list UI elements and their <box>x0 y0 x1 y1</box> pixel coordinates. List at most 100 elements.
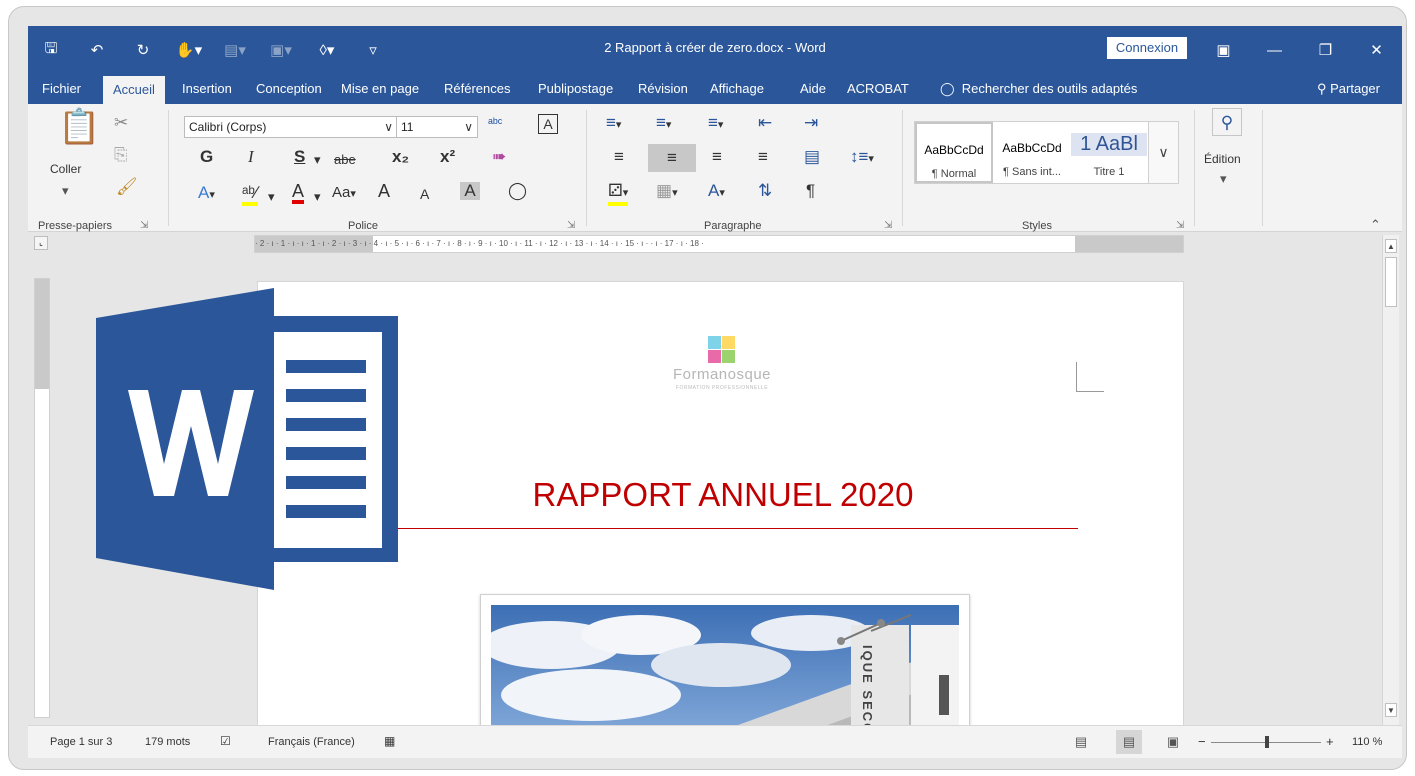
chevron-down-icon[interactable]: ▾ <box>268 188 275 206</box>
zoom-slider-thumb[interactable] <box>1265 736 1269 748</box>
tab-revision[interactable]: Révision <box>638 74 688 104</box>
chevron-down-icon[interactable]: ▾ <box>1220 170 1227 188</box>
styles-launcher-icon[interactable]: ⇲ <box>1176 220 1184 231</box>
format-painter-icon[interactable]: 🖌 <box>116 178 138 196</box>
change-case-button[interactable]: Aa▾ <box>332 184 356 203</box>
sort-icon[interactable]: ⇅ <box>758 182 772 200</box>
paragraph-launcher-icon[interactable]: ⇲ <box>884 220 892 231</box>
underline-button[interactable]: S <box>294 148 305 166</box>
bold-button[interactable]: G <box>200 148 213 166</box>
numbering-icon[interactable]: ≡▾ <box>656 114 671 134</box>
zoom-in-icon[interactable]: + <box>1326 734 1334 749</box>
print-layout-icon[interactable]: ▤ <box>1116 730 1142 754</box>
logo-name: Formanosque <box>672 366 772 383</box>
tab-fichier[interactable]: Fichier <box>42 74 81 104</box>
accessibility-icon[interactable]: ▦ <box>384 734 395 748</box>
web-layout-icon[interactable]: ▣ <box>1160 730 1186 754</box>
spelling-icon[interactable]: ᵃᵇᶜ <box>488 114 502 132</box>
clear-formatting-icon[interactable]: ➠ <box>492 148 506 166</box>
scroll-up-icon[interactable]: ▲ <box>1385 239 1397 253</box>
font-size-box[interactable]: 11 ∨ <box>396 116 478 138</box>
tab-insertion[interactable]: Insertion <box>182 74 232 104</box>
align-center-icon[interactable]: ≡ <box>648 144 696 172</box>
chevron-down-icon[interactable]: ▾ <box>314 151 321 169</box>
text-border-icon[interactable]: A <box>538 114 558 134</box>
multilevel-list-icon[interactable]: ≡▾ <box>708 114 723 134</box>
decrease-indent-icon[interactable]: ⇤ <box>758 114 772 132</box>
zoom-level[interactable]: 110 % <box>1352 736 1382 748</box>
style-normal[interactable]: AaBbCcDd ¶ Normal <box>915 122 993 183</box>
clipboard-launcher-icon[interactable]: ⇲ <box>140 220 148 231</box>
borders-icon[interactable]: ▦▾ <box>656 182 678 202</box>
paste-label[interactable]: Coller <box>50 162 81 176</box>
copy-icon[interactable]: ⎘ <box>114 146 128 164</box>
tab-aide[interactable]: Aide <box>800 74 826 104</box>
text-effects-icon[interactable]: A▾ <box>198 184 215 204</box>
style-sample: 1 AaBl <box>1071 133 1147 156</box>
styles-more-button[interactable]: ∨ <box>1148 121 1179 184</box>
character-shading-icon[interactable]: A <box>460 182 480 200</box>
font-color-icon[interactable]: A <box>292 182 305 204</box>
align-left-icon[interactable]: ≡ <box>614 148 624 166</box>
signin-button[interactable]: Connexion <box>1107 37 1187 59</box>
scroll-down-icon[interactable]: ▼ <box>1385 703 1397 717</box>
superscript-button[interactable]: x² <box>440 148 455 166</box>
search-icon[interactable]: ⚲ <box>1212 108 1242 136</box>
separator <box>168 110 169 226</box>
language-indicator[interactable]: Français (France) <box>268 736 355 748</box>
strikethrough-button[interactable]: abe <box>334 151 356 169</box>
collapse-ribbon-icon[interactable]: ⌃ <box>1370 216 1381 234</box>
grow-font-button[interactable]: A <box>378 182 390 200</box>
chevron-down-icon[interactable]: ∨ <box>464 117 473 137</box>
paste-icon[interactable]: 📋 <box>58 110 100 144</box>
shrink-font-button[interactable]: A <box>420 185 429 203</box>
font-launcher-icon[interactable]: ⇲ <box>567 220 575 231</box>
restore-icon[interactable]: ❐ <box>1300 26 1351 74</box>
ruler-right-margin <box>1075 236 1183 252</box>
read-mode-icon[interactable]: ▤ <box>1068 730 1094 754</box>
scroll-thumb[interactable] <box>1385 257 1397 307</box>
horizontal-ruler[interactable]: · 2 · ı · 1 · ı · ı · 1 · ı · 2 · ı · 3 … <box>254 235 1184 253</box>
tab-affichage[interactable]: Affichage <box>710 74 764 104</box>
editing-label[interactable]: Édition <box>1204 152 1241 166</box>
font-name-box[interactable]: Calibri (Corps) ∨ <box>184 116 398 138</box>
tab-conception[interactable]: Conception <box>256 74 322 104</box>
style-heading-1[interactable]: 1 AaBl Titre 1 <box>1071 122 1147 183</box>
show-marks-icon[interactable]: ¶ <box>806 182 815 200</box>
phonetic-guide-icon[interactable]: ◯ <box>508 182 527 200</box>
word-count[interactable]: 179 mots <box>145 736 190 748</box>
chevron-down-icon[interactable]: ∨ <box>384 117 393 137</box>
tab-selector[interactable]: ⌞ <box>34 236 48 250</box>
ribbon-display-icon[interactable]: ▣ <box>1198 26 1249 74</box>
zoom-out-icon[interactable]: − <box>1198 734 1206 749</box>
paste-dropdown-icon[interactable]: ▾ <box>62 182 69 200</box>
line-spacing-icon[interactable]: ↕≡▾ <box>850 148 874 168</box>
share-button[interactable]: ⚲ Partager <box>1317 74 1380 104</box>
tab-accueil[interactable]: Accueil <box>103 76 165 104</box>
increase-indent-icon[interactable]: ⇥ <box>804 114 818 132</box>
bullets-icon[interactable]: ≡▾ <box>606 114 621 134</box>
vertical-scrollbar[interactable]: ▲ ▼ <box>1382 235 1399 725</box>
close-icon[interactable]: ✕ <box>1351 26 1402 74</box>
chevron-down-icon[interactable]: ▾ <box>314 188 321 206</box>
tab-references[interactable]: Références <box>444 74 510 104</box>
minimize-icon[interactable]: — <box>1249 26 1300 74</box>
vertical-ruler[interactable] <box>34 278 50 718</box>
shading-icon[interactable]: ⚂▾ <box>608 182 629 206</box>
subscript-button[interactable]: x₂ <box>392 148 409 166</box>
align-right-icon[interactable]: ≡ <box>712 148 722 166</box>
tell-me-search[interactable]: ◯ Rechercher des outils adaptés <box>940 74 1137 104</box>
cut-icon[interactable]: ✂ <box>114 114 128 132</box>
report-title[interactable]: RAPPORT ANNUEL 2020 <box>388 476 1058 514</box>
justify-icon[interactable]: ≡ <box>758 148 768 166</box>
proofing-icon[interactable]: ☑ <box>220 734 231 748</box>
style-no-spacing[interactable]: AaBbCcDd ¶ Sans int... <box>993 122 1071 183</box>
tab-mise-en-page[interactable]: Mise en page <box>341 74 419 104</box>
italic-button[interactable]: I <box>248 148 254 166</box>
highlight-icon[interactable]: ᵃᵇ∕ <box>242 184 258 206</box>
tab-acrobat[interactable]: ACROBAT <box>847 74 909 104</box>
character-spacing-icon[interactable]: A▾ <box>708 182 725 202</box>
distributed-icon[interactable]: ▤ <box>804 148 820 166</box>
page-count[interactable]: Page 1 sur 3 <box>50 736 112 748</box>
tab-publipostage[interactable]: Publipostage <box>538 74 613 104</box>
